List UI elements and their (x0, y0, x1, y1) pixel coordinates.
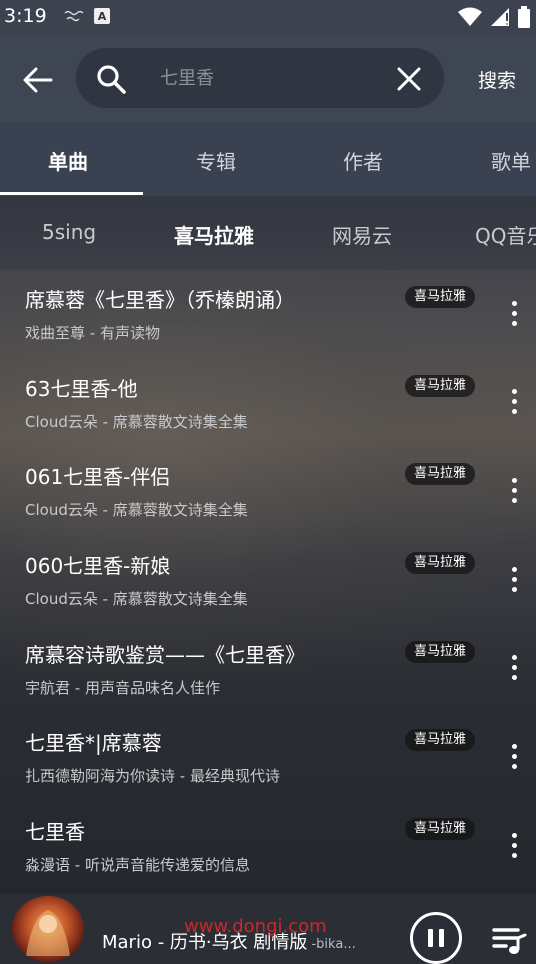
tab-indicator (0, 192, 143, 195)
mini-player[interactable]: Mario - 历书·乌衣 剧情版 -bika... www.dongi.com (0, 894, 536, 964)
status-icons-right (458, 6, 530, 28)
more-options-icon[interactable] (502, 830, 526, 860)
a-app-icon: A (94, 8, 110, 24)
song-title: 061七里香-伴侣 (25, 465, 171, 490)
source-badge: 喜马拉雅 (405, 818, 476, 841)
tab-author[interactable]: 作者 (343, 146, 383, 175)
song-row[interactable]: 七里香*|席慕蓉 扎西德勒阿海为你读诗 - 最经典现代诗 喜马拉雅 (0, 713, 536, 802)
song-row[interactable]: 七里香 淼漫语 - 听说声音能传递爱的信息 喜马拉雅 (0, 802, 536, 891)
source-tabs: 5sing 喜马拉雅 网易云 QQ音乐 (0, 196, 536, 270)
song-title: 席慕容诗歌鉴赏——《七里香》 (25, 642, 305, 667)
signal-icon (491, 8, 509, 26)
more-options-icon[interactable] (502, 653, 526, 683)
song-subtitle: 宇航君 - 用声音品味名人佳作 (25, 678, 220, 697)
source-tab-qqmusic[interactable]: QQ音乐 (475, 220, 536, 249)
song-subtitle: Cloud云朵 - 席慕蓉散文诗集全集 (25, 590, 248, 609)
category-tabs: 单曲 专辑 作者 歌单 (0, 122, 536, 196)
status-icons-left: A (64, 8, 110, 24)
song-row[interactable]: 席慕容诗歌鉴赏——《七里香》 宇航君 - 用声音品味名人佳作 喜马拉雅 (0, 625, 536, 714)
more-options-icon[interactable] (502, 741, 526, 771)
status-bar: 3:19 A (0, 0, 536, 36)
notification-icon (64, 8, 84, 24)
song-list: 席慕蓉《七里香》（乔榛朗诵） 戏曲至尊 - 有声读物 喜马拉雅 63七里香-他 … (0, 270, 536, 891)
more-options-icon[interactable] (502, 298, 526, 328)
clear-icon[interactable] (396, 66, 422, 92)
search-box (76, 48, 444, 108)
pause-icon (428, 929, 444, 947)
tab-playlist[interactable]: 歌单 (491, 146, 531, 175)
back-button[interactable] (20, 62, 56, 98)
wifi-icon (458, 7, 482, 26)
tab-single[interactable]: 单曲 (48, 146, 88, 175)
more-options-icon[interactable] (502, 564, 526, 594)
more-options-icon[interactable] (502, 475, 526, 505)
song-row[interactable]: 63七里香-他 Cloud云朵 - 席慕蓉散文诗集全集 喜马拉雅 (0, 359, 536, 448)
status-time: 3:19 (4, 5, 47, 27)
album-art[interactable] (12, 896, 84, 962)
source-badge: 喜马拉雅 (405, 640, 476, 663)
song-row[interactable]: 060七里香-新娘 Cloud云朵 - 席慕蓉散文诗集全集 喜马拉雅 (0, 536, 536, 625)
source-tab-netease[interactable]: 网易云 (332, 220, 392, 249)
song-title: 七里香 (25, 820, 85, 845)
source-badge: 喜马拉雅 (405, 374, 476, 397)
song-title: 席慕蓉《七里香》（乔榛朗诵） (25, 288, 295, 312)
source-badge: 喜马拉雅 (405, 463, 476, 486)
source-tab-ximalaya[interactable]: 喜马拉雅 (174, 220, 254, 249)
tab-album[interactable]: 专辑 (196, 146, 236, 175)
playlist-icon[interactable] (492, 926, 528, 956)
more-options-icon[interactable] (502, 387, 526, 417)
pause-button[interactable] (410, 912, 462, 964)
source-badge: 喜马拉雅 (405, 552, 476, 575)
now-playing-artist: -bika... (307, 937, 356, 952)
song-subtitle: 扎西德勒阿海为你读诗 - 最经典现代诗 (25, 767, 280, 786)
source-badge: 喜马拉雅 (405, 286, 476, 308)
song-title: 七里香*|席慕蓉 (25, 731, 162, 756)
arrow-left-icon (23, 67, 53, 93)
watermark: www.dongi.com (184, 916, 327, 937)
search-icon (97, 65, 126, 94)
search-input[interactable] (160, 64, 370, 92)
search-header: 搜索 (0, 36, 536, 122)
source-badge: 喜马拉雅 (405, 729, 476, 752)
song-title: 060七里香-新娘 (25, 554, 171, 579)
search-button[interactable]: 搜索 (478, 66, 516, 93)
song-row[interactable]: 061七里香-伴侣 Cloud云朵 - 席慕蓉散文诗集全集 喜马拉雅 (0, 447, 536, 536)
source-tab-5sing[interactable]: 5sing (42, 220, 96, 244)
battery-icon (518, 6, 530, 28)
song-subtitle: 戏曲至尊 - 有声读物 (25, 324, 160, 342)
song-subtitle: Cloud云朵 - 席慕蓉散文诗集全集 (25, 501, 248, 520)
song-subtitle: Cloud云朵 - 席慕蓉散文诗集全集 (25, 412, 248, 431)
song-row[interactable]: 席慕蓉《七里香》（乔榛朗诵） 戏曲至尊 - 有声读物 喜马拉雅 (0, 270, 536, 359)
song-title: 63七里香-他 (25, 376, 138, 401)
song-subtitle: 淼漫语 - 听说声音能传递爱的信息 (25, 856, 250, 875)
